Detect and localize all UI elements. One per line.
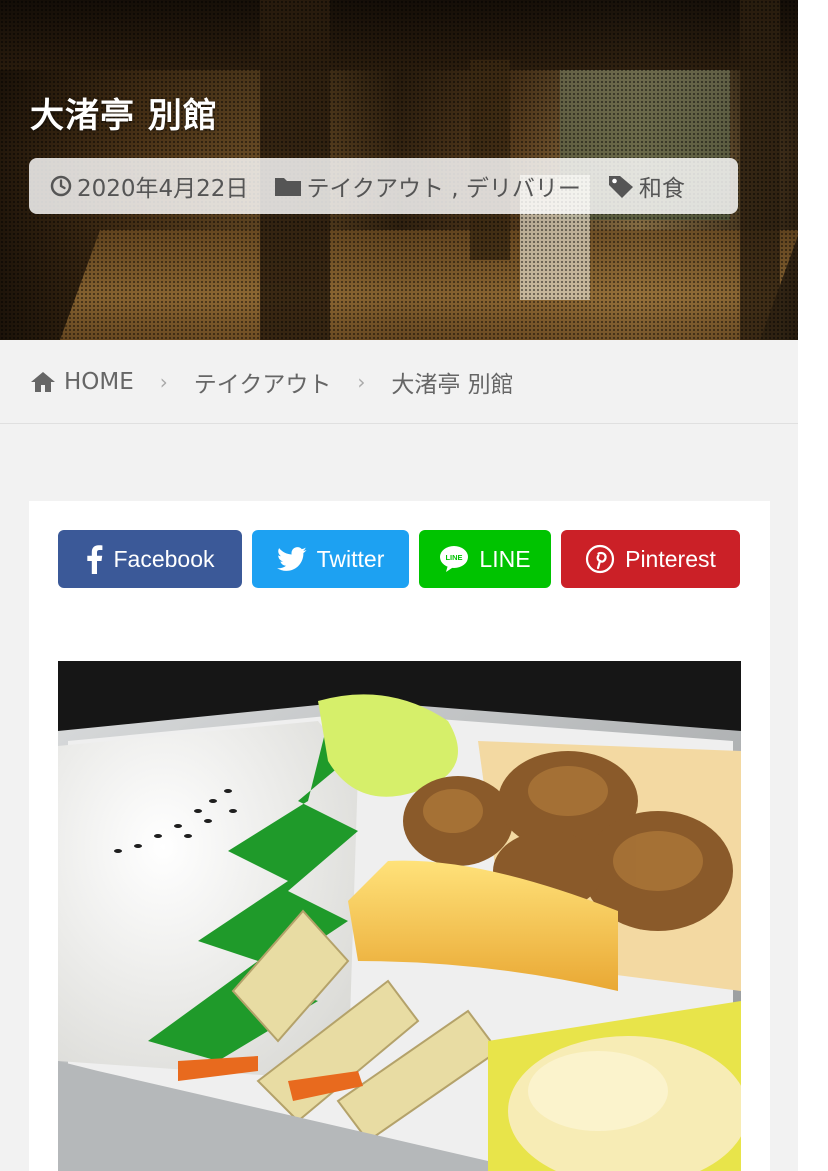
line-icon: LINE xyxy=(440,546,469,572)
svg-text:LINE: LINE xyxy=(446,553,463,562)
post-categories[interactable]: テイクアウト , デリバリー xyxy=(274,169,581,203)
breadcrumb: HOME › テイクアウト › 大渚亭 別館 xyxy=(0,340,798,424)
twitter-label[interactable]: Twitter xyxy=(317,546,385,573)
tag-icon xyxy=(608,176,633,198)
pinterest-share-button[interactable]: Pinterest xyxy=(561,530,740,588)
hero-header: 大渚亭 別館 2020年4月22日 テイクアウト , デリバリー 和食 xyxy=(0,0,798,340)
post-categories-text[interactable]: テイクアウト , デリバリー xyxy=(306,169,580,203)
post-meta: 2020年4月22日 テイクアウト , デリバリー 和食 xyxy=(29,158,738,214)
folder-icon xyxy=(275,178,302,196)
chevron-right-icon: › xyxy=(357,369,366,394)
bento-photo xyxy=(58,661,741,1171)
facebook-label[interactable]: Facebook xyxy=(113,546,214,573)
twitter-share-button[interactable]: Twitter xyxy=(252,530,409,588)
post-date: 2020年4月22日 xyxy=(49,169,248,203)
pinterest-icon xyxy=(586,544,615,574)
page-edge xyxy=(798,0,828,1171)
breadcrumb-home[interactable]: HOME xyxy=(30,369,134,395)
twitter-icon xyxy=(276,546,307,571)
line-share-button[interactable]: LINE LINE xyxy=(419,530,551,588)
post-tag[interactable]: 和食 xyxy=(607,169,685,203)
facebook-icon xyxy=(87,545,103,574)
breadcrumb-home-label[interactable]: HOME xyxy=(64,369,134,395)
share-buttons: Facebook Twitter LINE LINE Pinterest xyxy=(58,530,740,588)
post-date-text: 2020年4月22日 xyxy=(77,176,249,202)
chevron-right-icon: › xyxy=(159,369,168,394)
clock-icon xyxy=(50,175,72,197)
article-card: Facebook Twitter LINE LINE Pinterest xyxy=(29,501,770,1171)
bento-image xyxy=(58,661,741,1171)
pinterest-label[interactable]: Pinterest xyxy=(625,546,716,573)
breadcrumb-current: 大渚亭 別館 xyxy=(391,371,514,398)
facebook-share-button[interactable]: Facebook xyxy=(58,530,242,588)
breadcrumb-category[interactable]: テイクアウト xyxy=(194,365,332,399)
home-icon xyxy=(31,371,55,392)
post-tag-text[interactable]: 和食 xyxy=(639,169,685,203)
page-title: 大渚亭 別館 xyxy=(30,96,218,136)
line-label[interactable]: LINE xyxy=(479,546,530,573)
